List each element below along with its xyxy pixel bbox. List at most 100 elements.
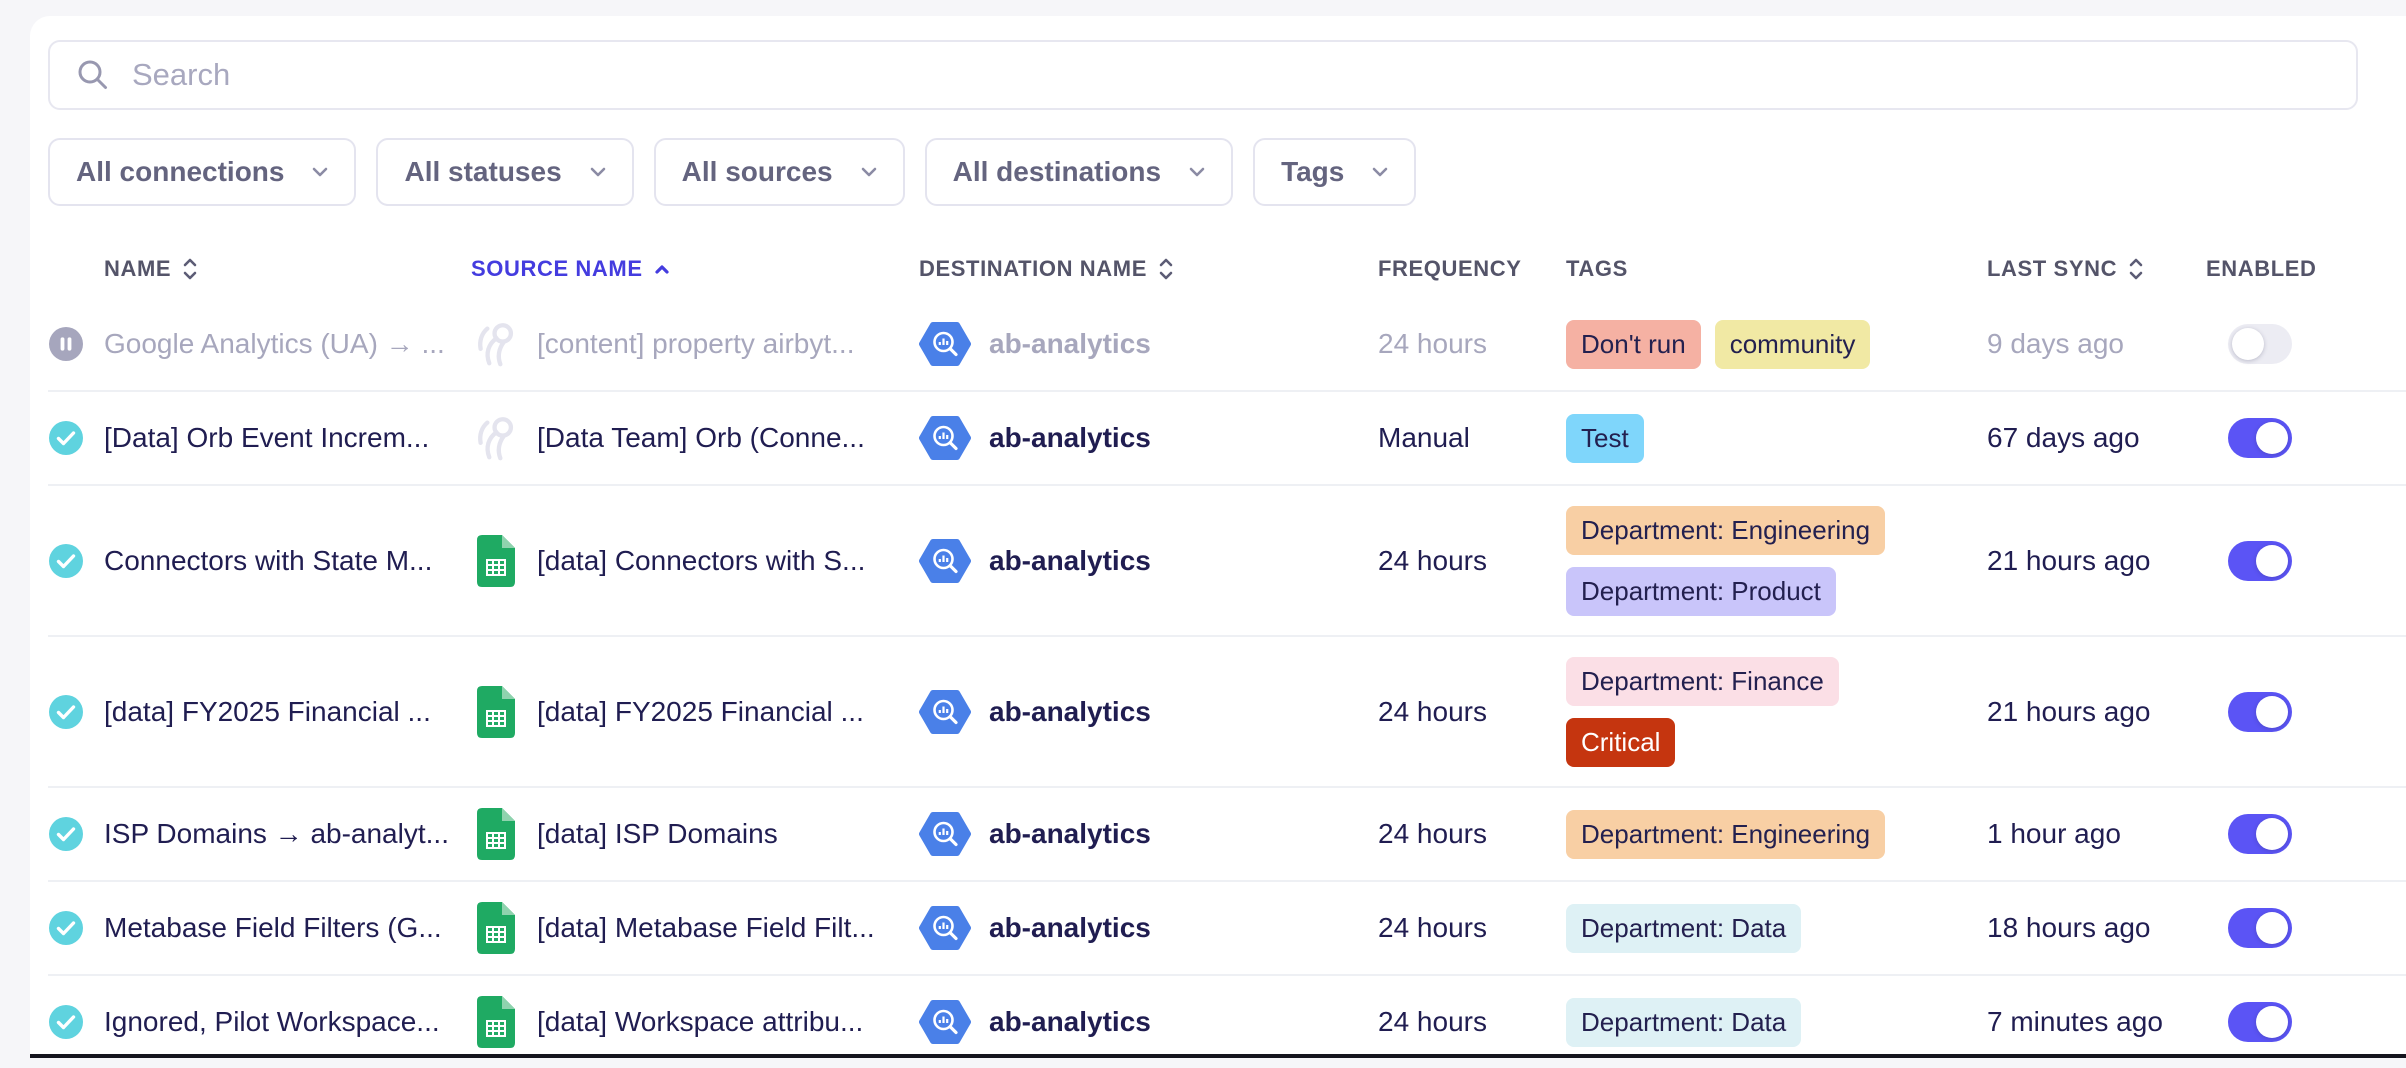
frequency-value: 24 hours [1378, 545, 1566, 577]
tag[interactable]: Test [1566, 414, 1644, 463]
source-name[interactable]: [content] property airbyt... [537, 328, 855, 360]
google-sheets-icon [476, 535, 516, 587]
chevron-down-icon [312, 167, 328, 177]
source-name[interactable]: [data] ISP Domains [537, 818, 778, 850]
tag[interactable]: Department: Finance [1566, 657, 1839, 706]
enabled-toggle[interactable] [2228, 541, 2292, 581]
column-header-frequency: FREQUENCY [1378, 256, 1522, 282]
column-header-source-name[interactable]: SOURCE NAME [471, 256, 671, 282]
filter-label: All connections [76, 156, 284, 188]
table-row[interactable]: [data] FY2025 Financial ... [data] FY202… [48, 635, 2406, 786]
search-box [48, 40, 2358, 110]
sort-icon[interactable] [1157, 256, 1175, 282]
connection-name[interactable]: ISP Domains → ab-analyt... [104, 818, 471, 850]
frequency-value: 24 hours [1378, 1006, 1566, 1038]
connections-panel: All connections All statuses All sources… [30, 16, 2406, 1058]
bigquery-icon [919, 415, 971, 461]
enabled-toggle[interactable] [2228, 692, 2292, 732]
tag[interactable]: community [1715, 320, 1871, 369]
bigquery-icon [919, 905, 971, 951]
table-row[interactable]: [Data] Orb Event Increm... [Data Team] O… [48, 390, 2406, 484]
tag[interactable]: Department: Engineering [1566, 506, 1885, 555]
sort-icon[interactable] [2127, 256, 2145, 282]
bigquery-icon [919, 999, 971, 1045]
source-name[interactable]: [data] Metabase Field Filt... [537, 912, 875, 944]
source-name[interactable]: [data] Connectors with S... [537, 545, 865, 577]
google-sheets-icon [476, 808, 516, 860]
google-sheets-icon [476, 686, 516, 738]
table-row[interactable]: Metabase Field Filters (G... [data] Meta… [48, 880, 2406, 974]
google-sheets-icon [476, 902, 516, 954]
source-name[interactable]: [data] FY2025 Financial ... [537, 696, 864, 728]
chevron-down-icon [1372, 167, 1388, 177]
destination-name[interactable]: ab-analytics [989, 545, 1151, 577]
sort-ascending-icon[interactable] [653, 263, 671, 275]
tag[interactable]: Critical [1566, 718, 1675, 767]
filter-label: All destinations [953, 156, 1161, 188]
connection-name[interactable]: Metabase Field Filters (G... [104, 912, 471, 944]
connection-name[interactable]: Google Analytics (UA) → ... [104, 328, 471, 360]
connection-name[interactable]: [Data] Orb Event Increm... [104, 422, 471, 454]
tags-cell: Test [1566, 414, 1987, 463]
filter-tags[interactable]: Tags [1253, 138, 1416, 206]
frequency-value: 24 hours [1378, 328, 1566, 360]
frequency-value: 24 hours [1378, 696, 1566, 728]
bigquery-icon [919, 811, 971, 857]
toggle-knob [2256, 696, 2288, 728]
destination-name[interactable]: ab-analytics [989, 422, 1151, 454]
column-header-last-sync[interactable]: LAST SYNC [1987, 256, 2145, 282]
enabled-toggle[interactable] [2228, 908, 2292, 948]
search-input[interactable] [130, 56, 2330, 94]
destination-name[interactable]: ab-analytics [989, 912, 1151, 944]
column-header-enabled: ENABLED [2206, 256, 2317, 282]
enabled-toggle[interactable] [2228, 1002, 2292, 1042]
destination-name[interactable]: ab-analytics [989, 818, 1151, 850]
sort-icon[interactable] [181, 256, 199, 282]
chevron-down-icon [590, 167, 606, 177]
column-header-name[interactable]: NAME [104, 256, 199, 282]
bottom-divider [30, 1054, 2406, 1058]
tag[interactable]: Department: Data [1566, 998, 1801, 1047]
toggle-knob [2256, 1006, 2288, 1038]
table-row[interactable]: ISP Domains → ab-analyt... [data] ISP Do… [48, 786, 2406, 880]
toggle-knob [2256, 422, 2288, 454]
destination-name[interactable]: ab-analytics [989, 1006, 1151, 1038]
enabled-status-icon [49, 911, 83, 945]
bigquery-icon [919, 689, 971, 735]
filter-label: All sources [682, 156, 833, 188]
tag[interactable]: Department: Product [1566, 567, 1836, 616]
connection-name[interactable]: Ignored, Pilot Workspace... [104, 1006, 471, 1038]
connection-name[interactable]: Connectors with State M... [104, 545, 471, 577]
search-icon [76, 58, 110, 92]
chevron-down-icon [861, 167, 877, 177]
octavia-icon [471, 319, 521, 369]
destination-name[interactable]: ab-analytics [989, 696, 1151, 728]
filter-all-destinations[interactable]: All destinations [925, 138, 1233, 206]
bigquery-icon [919, 538, 971, 584]
toggle-knob [2256, 818, 2288, 850]
table-row[interactable]: Google Analytics (UA) → ... [content] pr… [48, 298, 2406, 390]
enabled-toggle[interactable] [2228, 324, 2292, 364]
pause-status-icon [49, 327, 83, 361]
source-name[interactable]: [data] Workspace attribu... [537, 1006, 863, 1038]
tags-cell: Don't run community [1566, 320, 1987, 369]
tag[interactable]: Don't run [1566, 320, 1701, 369]
last-sync-value: 1 hour ago [1987, 818, 2206, 850]
column-header-destination-name[interactable]: DESTINATION NAME [919, 256, 1175, 282]
tag[interactable]: Department: Engineering [1566, 810, 1885, 859]
source-name[interactable]: [Data Team] Orb (Conne... [537, 422, 865, 454]
last-sync-value: 67 days ago [1987, 422, 2206, 454]
filter-all-connections[interactable]: All connections [48, 138, 356, 206]
connection-name[interactable]: [data] FY2025 Financial ... [104, 696, 471, 728]
table-row[interactable]: Connectors with State M... [data] Connec… [48, 484, 2406, 635]
filter-all-statuses[interactable]: All statuses [376, 138, 633, 206]
last-sync-value: 9 days ago [1987, 328, 2206, 360]
enabled-toggle[interactable] [2228, 418, 2292, 458]
enabled-status-icon [49, 817, 83, 851]
tags-cell: Department: Engineering [1566, 810, 1987, 859]
destination-name[interactable]: ab-analytics [989, 328, 1151, 360]
enabled-toggle[interactable] [2228, 814, 2292, 854]
last-sync-value: 18 hours ago [1987, 912, 2206, 944]
tag[interactable]: Department: Data [1566, 904, 1801, 953]
filter-all-sources[interactable]: All sources [654, 138, 905, 206]
